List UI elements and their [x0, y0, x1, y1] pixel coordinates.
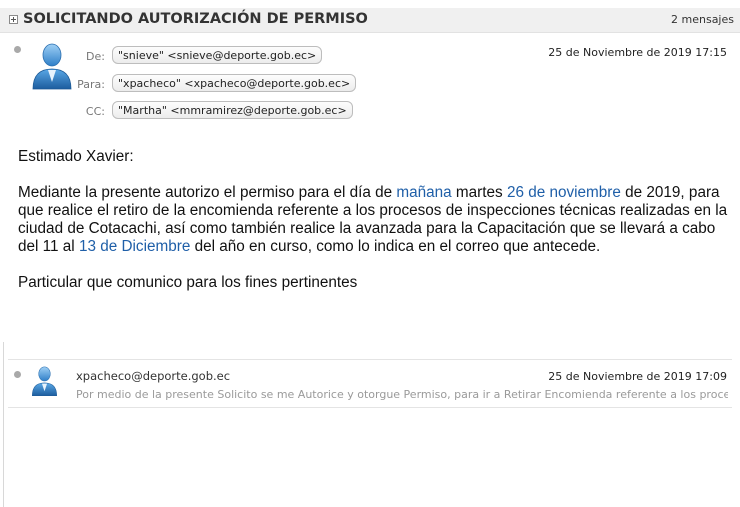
- from-address-chip[interactable]: "snieve" <snieve@deporte.gob.ec>: [112, 46, 323, 64]
- status-dot-icon: [14, 46, 21, 53]
- message-date: 25 de Noviembre de 2019 17:15: [548, 46, 727, 59]
- cc-label: CC:: [85, 105, 105, 118]
- closing-line: Particular que comunico para los fines p…: [18, 274, 358, 291]
- from-label: De:: [86, 50, 105, 63]
- collapsed-message-date: 25 de Noviembre de 2019 17:09: [548, 370, 727, 383]
- thread-subject: SOLICITANDO AUTORIZACIÓN DE PERMISO: [23, 11, 368, 27]
- message-body: Estimado Xavier: Mediante la presente au…: [18, 148, 728, 292]
- collapsed-message-snippet[interactable]: Por medio de la presente Solicito se me …: [76, 388, 728, 401]
- to-address-chip[interactable]: "xpacheco" <xpacheco@deporte.gob.ec>: [112, 74, 357, 92]
- body-paragraph: Mediante la presente autorizo el permiso…: [18, 184, 728, 256]
- date-link-26-noviembre[interactable]: 26 de noviembre: [507, 184, 621, 201]
- thread-left-rule: [3, 342, 4, 507]
- message-count: 2 mensajes: [671, 13, 734, 26]
- date-link-manana[interactable]: mañana: [396, 184, 451, 201]
- body-text-1: Mediante la presente autorizo el permiso…: [18, 184, 397, 201]
- body-text-2: martes: [451, 184, 507, 201]
- user-avatar-icon: [32, 366, 57, 397]
- body-text-4: del año en curso, como lo indica en el c…: [190, 238, 601, 255]
- thread-header: SOLICITANDO AUTORIZACIÓN DE PERMISO 2 me…: [0, 8, 740, 33]
- message-separator: [8, 407, 732, 408]
- status-dot-icon: [14, 371, 21, 378]
- expand-plus-icon[interactable]: [9, 15, 18, 24]
- message-separator: [8, 359, 732, 360]
- cc-address-chip[interactable]: "Martha" <mmramirez@deporte.gob.ec>: [112, 101, 353, 119]
- collapsed-message-sender[interactable]: xpacheco@deporte.gob.ec: [76, 369, 230, 383]
- greeting: Estimado Xavier:: [18, 148, 134, 165]
- date-link-13-diciembre[interactable]: 13 de Diciembre: [79, 238, 190, 255]
- to-label: Para:: [77, 78, 105, 91]
